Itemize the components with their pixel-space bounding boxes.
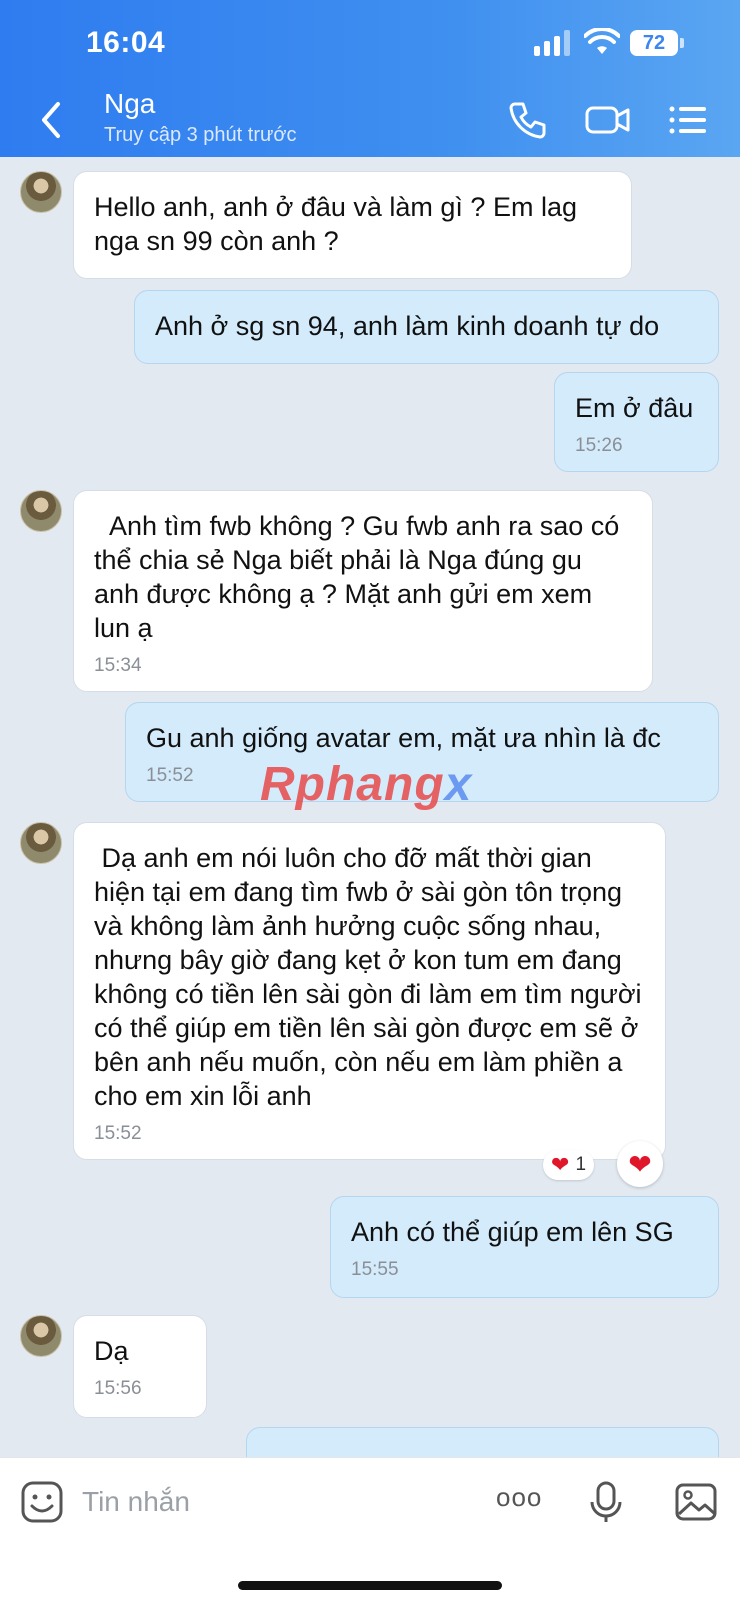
message-time: 15:26 xyxy=(575,435,623,456)
message-input[interactable]: Tin nhắn xyxy=(82,1486,190,1518)
avatar[interactable] xyxy=(20,171,62,213)
message-time: 15:55 xyxy=(351,1259,399,1280)
watermark: Rphangx xyxy=(260,757,472,812)
message-bubble-partial[interactable] xyxy=(246,1427,719,1457)
menu-icon[interactable] xyxy=(668,98,708,142)
message-text: Anh có thể giúp em lên SG xyxy=(351,1217,674,1247)
contact-status: Truy cập 3 phút trước xyxy=(104,124,297,146)
react-button[interactable]: ❤ xyxy=(617,1141,663,1187)
reaction-count[interactable]: ❤ 1 xyxy=(543,1150,595,1180)
chat-header: 16:04 72 Nga Truy cập 3 phút trước xyxy=(0,0,740,157)
more-icon[interactable]: ooo xyxy=(496,1482,542,1513)
signal-icon xyxy=(534,30,570,56)
image-icon[interactable] xyxy=(674,1480,718,1524)
watermark-text: Rphang xyxy=(260,758,445,811)
message-text: Em ở đâu xyxy=(575,393,694,423)
message-bubble[interactable]: Anh ở sg sn 94, anh làm kinh doanh tự do xyxy=(134,290,719,364)
message-text: Dạ xyxy=(94,1336,129,1366)
message-bubble[interactable]: Dạ anh em nói luôn cho đỡ mất thời gian … xyxy=(73,822,666,1160)
avatar[interactable] xyxy=(20,822,62,864)
message-text: Hello anh, anh ở đâu và làm gì ? Em lag … xyxy=(94,192,585,256)
message-text: Dạ anh em nói luôn cho đỡ mất thời gian … xyxy=(94,843,650,1111)
mic-icon[interactable] xyxy=(584,1480,628,1524)
message-bubble[interactable]: Anh có thể giúp em lên SG 15:55 xyxy=(330,1196,719,1298)
avatar[interactable] xyxy=(20,1315,62,1357)
status-time: 16:04 xyxy=(86,26,166,59)
message-time: 15:56 xyxy=(94,1378,142,1399)
message-bubble[interactable]: Anh tìm fwb không ? Gu fwb anh ra sao có… xyxy=(73,490,653,692)
message-text: Anh ở sg sn 94, anh làm kinh doanh tự do xyxy=(155,311,660,341)
back-icon[interactable] xyxy=(34,98,70,142)
contact-name[interactable]: Nga xyxy=(104,88,155,120)
heart-icon: ❤ xyxy=(551,1152,570,1177)
message-time: 15:34 xyxy=(94,655,142,676)
sticker-icon[interactable] xyxy=(20,1480,64,1524)
message-bubble[interactable]: Em ở đâu 15:26 xyxy=(554,372,719,472)
wifi-icon xyxy=(584,28,620,54)
reaction-count-label: 1 xyxy=(575,1154,587,1175)
message-text: Gu anh giống avatar em, mặt ưa nhìn là đ… xyxy=(146,723,661,753)
message-bubble[interactable]: Dạ 15:56 xyxy=(73,1315,207,1418)
heart-icon: ❤ xyxy=(628,1148,652,1180)
battery-level: 72 xyxy=(630,30,678,56)
battery-icon: 72 xyxy=(630,30,684,56)
message-bubble[interactable]: Hello anh, anh ở đâu và làm gì ? Em lag … xyxy=(73,171,632,279)
chat-area[interactable]: Hello anh, anh ở đâu và làm gì ? Em lag … xyxy=(0,157,740,1457)
message-time: 15:52 xyxy=(94,1123,142,1144)
message-text: Anh tìm fwb không ? Gu fwb anh ra sao có… xyxy=(94,511,627,643)
home-indicator[interactable] xyxy=(238,1581,502,1590)
watermark-text-accent: x xyxy=(444,758,473,811)
avatar[interactable] xyxy=(20,490,62,532)
phone-icon[interactable] xyxy=(505,98,549,142)
message-input-bar: Tin nhắn ooo xyxy=(0,1457,740,1600)
video-icon[interactable] xyxy=(584,98,632,142)
